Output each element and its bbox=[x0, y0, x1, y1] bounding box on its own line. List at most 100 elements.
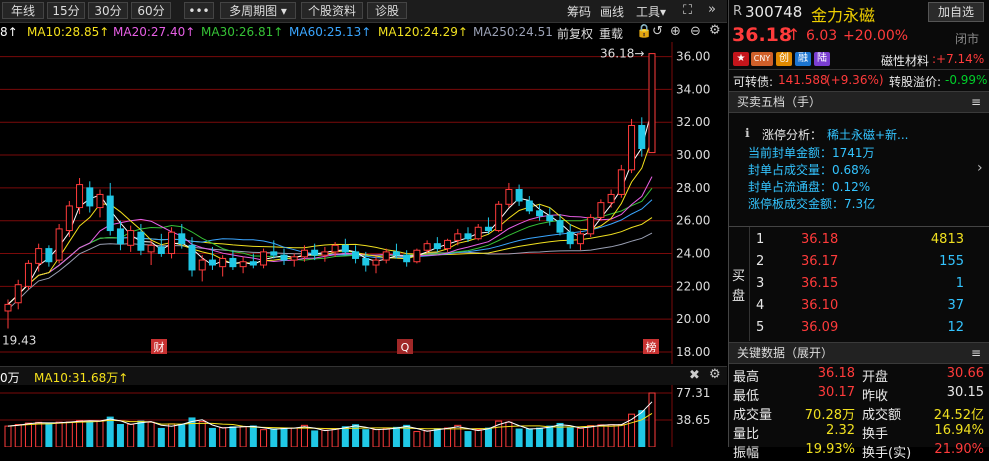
volume-ma5-value: 0万 bbox=[0, 371, 20, 385]
keydata-label: 成交量 bbox=[733, 408, 773, 423]
y-tick-label: 30.00 bbox=[676, 148, 710, 162]
stock-profile-button[interactable]: 个股资料 bbox=[301, 2, 363, 19]
bid-row[interactable]: 2 36.17 155 bbox=[729, 252, 989, 272]
period-year-button[interactable]: 年线 bbox=[2, 2, 44, 19]
sector-label[interactable]: 磁性材料 bbox=[881, 52, 929, 69]
candle-body bbox=[168, 231, 176, 255]
bid-row[interactable]: 1 36.18 4813 bbox=[729, 230, 989, 250]
period-60m-button[interactable]: 60分 bbox=[131, 2, 171, 19]
period-30m-button[interactable]: 30分 bbox=[88, 2, 128, 19]
y-tick-label: 22.00 bbox=[676, 279, 710, 293]
collapse-panel-icon[interactable]: » bbox=[708, 2, 716, 17]
candle-body bbox=[495, 203, 503, 232]
expand-icon[interactable]: ⛶ bbox=[683, 3, 692, 18]
candle-body bbox=[137, 231, 145, 251]
ma60-value: MA60:25.13↑ bbox=[289, 25, 372, 39]
limit-up-analysis-value[interactable]: 稀土永磁+新... bbox=[827, 126, 909, 143]
candle-body bbox=[14, 284, 22, 304]
ma10-value: MA10:28.85↑ bbox=[27, 25, 110, 39]
add-watchlist-button[interactable]: 加自选 bbox=[928, 2, 984, 22]
diagnose-button[interactable]: 诊股 bbox=[367, 2, 407, 19]
candle-body bbox=[341, 244, 349, 253]
keydata-label: 振幅 bbox=[733, 446, 760, 461]
kline-chart[interactable]: 36.00 34.00 32.00 30.00 28.00 26.00 24.00 22.00… bbox=[0, 42, 727, 364]
keydata-header[interactable]: 关键数据（展开） ≡ bbox=[729, 342, 989, 364]
y-tick-label: 18.00 bbox=[676, 345, 710, 359]
keydata-value: 21.90% bbox=[934, 442, 984, 457]
settings-gear-icon[interactable]: ⚙ bbox=[709, 23, 721, 38]
candle-body bbox=[392, 251, 400, 256]
adjust-toggle[interactable]: 前复权 bbox=[557, 25, 593, 42]
ma20-value: MA20:27.40↑ bbox=[113, 25, 196, 39]
ma250-value: MA250:24.51 bbox=[473, 25, 553, 39]
zoom-in-icon[interactable]: ⊕ bbox=[670, 24, 681, 39]
premium-label: 转股溢价: bbox=[889, 75, 942, 89]
candle-body bbox=[464, 233, 472, 240]
premium-value: -0.99% bbox=[945, 73, 988, 87]
keydata-menu-icon[interactable]: ≡ bbox=[971, 343, 981, 363]
candle-body bbox=[515, 189, 523, 202]
y-tick-label: 24.00 bbox=[676, 247, 710, 261]
volume-bar bbox=[617, 424, 625, 447]
candle-body bbox=[239, 261, 247, 268]
y-tick-label: 36.00 bbox=[676, 50, 710, 64]
cny-badge: CNY bbox=[751, 52, 773, 66]
candle-body bbox=[597, 202, 605, 218]
multi-period-dropdown[interactable]: 多周期图 ▾ bbox=[220, 2, 296, 19]
bid-row[interactable]: 4 36.10 37 bbox=[729, 296, 989, 316]
zoom-out-icon[interactable]: ⊖ bbox=[690, 24, 701, 39]
volume-bar bbox=[208, 427, 216, 447]
ma5-line bbox=[7, 109, 653, 305]
candle-body bbox=[280, 254, 288, 261]
margin-badge: 融 bbox=[795, 52, 811, 66]
ma5-value: 8↑ bbox=[0, 25, 18, 39]
volume-bar bbox=[35, 421, 43, 447]
volume-bar bbox=[566, 427, 574, 447]
candle-body bbox=[607, 193, 615, 204]
volume-settings-icon[interactable]: ⚙ bbox=[709, 367, 721, 382]
volume-ma10-line bbox=[7, 412, 653, 430]
market-status: 闭市 bbox=[955, 32, 980, 46]
lock-icon[interactable]: 🔒 bbox=[636, 24, 652, 39]
candle-body bbox=[556, 220, 564, 233]
volume-bar bbox=[147, 421, 155, 447]
volume-bar bbox=[178, 424, 186, 447]
orderbook-header[interactable]: 买卖五档（手） ≡ bbox=[729, 91, 989, 113]
volume-chart[interactable]: 77.31 38.65 bbox=[0, 385, 727, 447]
candle-body bbox=[403, 254, 411, 263]
keydata-value: 30.66 bbox=[946, 366, 984, 381]
volume-bar bbox=[464, 431, 472, 447]
candle-body bbox=[321, 251, 329, 256]
volume-bar bbox=[45, 422, 53, 447]
bid-row[interactable]: 5 36.09 12 bbox=[729, 318, 989, 338]
volume-close-icon[interactable]: ✖ bbox=[689, 368, 700, 383]
candle-body bbox=[45, 248, 53, 263]
volume-tick-label: 77.31 bbox=[676, 386, 710, 400]
keydata-label: 昨收 bbox=[862, 389, 889, 404]
volume-bar bbox=[76, 420, 84, 447]
bid-row[interactable]: 3 36.15 1 bbox=[729, 274, 989, 294]
chips-link[interactable]: 筹码 bbox=[567, 3, 591, 20]
tools-dropdown[interactable]: 工具▾ bbox=[636, 3, 666, 20]
more-periods-button[interactable]: ••• bbox=[184, 2, 214, 19]
volume-bar bbox=[168, 423, 176, 447]
menu-icon[interactable]: ≡ bbox=[971, 92, 981, 112]
keydata-row: 最高 36.18 开盘 30.66 bbox=[729, 366, 989, 385]
candle-body bbox=[536, 210, 544, 217]
undo-icon[interactable]: ↺ bbox=[652, 24, 663, 39]
candle-body bbox=[587, 216, 595, 235]
limit-up-analysis-label: 涨停分析： bbox=[762, 128, 823, 142]
keydata-label: 最高 bbox=[733, 370, 760, 385]
volume-bar bbox=[157, 427, 165, 447]
volume-bar bbox=[372, 429, 380, 447]
volume-bar bbox=[536, 427, 544, 447]
period-15m-button[interactable]: 15分 bbox=[47, 2, 85, 19]
reload-toggle[interactable]: 重载 bbox=[599, 25, 623, 42]
draw-line-link[interactable]: 画线 bbox=[600, 3, 624, 20]
volume-bar bbox=[433, 428, 441, 447]
keydata-label: 开盘 bbox=[862, 370, 889, 385]
volume-bar bbox=[311, 430, 319, 447]
keydata-row: 振幅 19.93% 换手(实) 21.90% bbox=[729, 442, 989, 461]
chevron-right-icon[interactable]: › bbox=[977, 160, 983, 176]
candle-body bbox=[127, 230, 135, 246]
